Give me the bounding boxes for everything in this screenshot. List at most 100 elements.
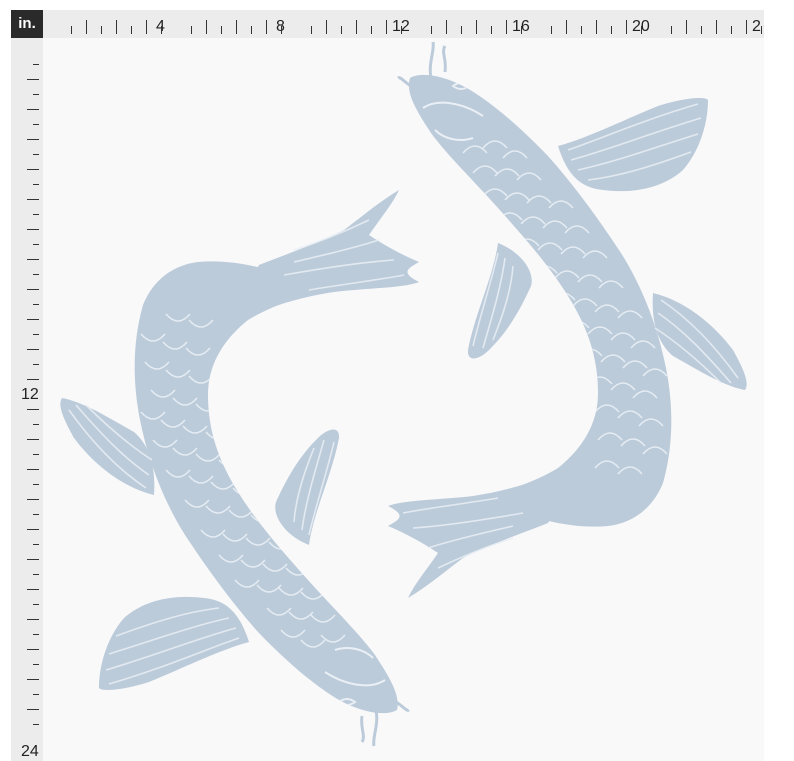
ruler-label-12-vertical: 12 <box>21 386 39 403</box>
ruler-tick <box>27 409 39 411</box>
ruler-tick <box>33 274 39 276</box>
ruler-tick <box>341 26 343 34</box>
ruler-tick <box>281 26 283 34</box>
ruler-tick <box>566 20 568 34</box>
ruler-tick <box>206 20 208 34</box>
ruler-tick <box>33 304 39 306</box>
ruler-tick <box>33 334 39 336</box>
ruler-tick <box>33 724 39 726</box>
ruler-tick <box>686 20 688 34</box>
ruler-tick <box>476 20 478 34</box>
ruler-tick <box>191 26 193 34</box>
ruler-tick <box>33 634 39 636</box>
ruler-tick <box>27 229 39 231</box>
ruler-tick <box>131 26 133 34</box>
ruler-tick <box>746 20 748 34</box>
ruler-tick <box>326 20 328 34</box>
ruler-label-24: 2 <box>752 18 761 35</box>
ruler-tick <box>33 454 39 456</box>
ruler-tick <box>101 26 103 34</box>
ruler-tick <box>251 26 253 34</box>
ruler-unit-badge[interactable]: in. <box>11 10 43 38</box>
ruler-tick <box>626 20 628 34</box>
ruler-tick <box>716 20 718 34</box>
ruler-tick <box>33 484 39 486</box>
ruler-tick <box>86 20 88 34</box>
ruler-tick <box>27 139 39 141</box>
ruler-tick <box>27 319 39 321</box>
ruler-tick <box>731 26 733 34</box>
ruler-tick <box>146 20 148 34</box>
ruler-tick <box>27 199 39 201</box>
ruler-tick <box>33 94 39 96</box>
ruler-tick <box>27 619 39 621</box>
koi-fish-left <box>60 190 419 747</box>
ruler-tick <box>27 709 39 711</box>
ruler-tick <box>27 79 39 81</box>
ruler-tick <box>506 20 508 34</box>
ruler-tick <box>27 559 39 561</box>
ruler-tick <box>27 439 39 441</box>
ruler-tick <box>33 574 39 576</box>
koi-pattern <box>60 41 747 747</box>
ruler-tick <box>596 20 598 34</box>
ruler-tick <box>761 26 763 34</box>
design-preview-canvas <box>43 38 764 761</box>
ruler-tick <box>33 124 39 126</box>
ruler-tick <box>551 26 553 34</box>
ruler-tick <box>221 26 223 34</box>
ruler-tick <box>27 349 39 351</box>
ruler-tick <box>33 544 39 546</box>
ruler-tick <box>311 26 313 34</box>
ruler-tick <box>33 514 39 516</box>
ruler-tick <box>33 154 39 156</box>
ruler-tick <box>33 664 39 666</box>
ruler-tick <box>33 604 39 606</box>
ruler-tick <box>27 169 39 171</box>
ruler-tick <box>33 214 39 216</box>
ruler-tick <box>27 529 39 531</box>
ruler-tick <box>27 379 39 381</box>
ruler-tick <box>161 26 163 34</box>
ruler-tick <box>27 649 39 651</box>
koi-left-fin-right <box>275 429 340 545</box>
ruler-tick <box>116 20 118 34</box>
ruler-tick <box>27 679 39 681</box>
ruler-tick <box>491 26 493 34</box>
ruler-tick <box>27 469 39 471</box>
ruler-tick <box>27 589 39 591</box>
ruler-tick <box>371 26 373 34</box>
ruler-tick <box>671 26 673 34</box>
ruler-tick <box>521 26 523 34</box>
ruler-tick <box>33 694 39 696</box>
ruler-tick <box>27 109 39 111</box>
ruler-tick <box>27 289 39 291</box>
ruler-tick <box>33 364 39 366</box>
ruler-tick <box>33 184 39 186</box>
fabric-preview-app: in. 4 8 12 16 20 2 12 24 <box>0 0 794 761</box>
ruler-tick <box>386 20 388 34</box>
ruler-tick <box>641 26 643 34</box>
vertical-ruler: 12 24 <box>11 38 43 761</box>
ruler-tick <box>431 26 433 34</box>
ruler-tick <box>27 259 39 261</box>
ruler-tick <box>33 244 39 246</box>
ruler-tick <box>611 26 613 34</box>
ruler-tick <box>701 26 703 34</box>
ruler-tick <box>71 26 73 34</box>
koi-right-fin-left <box>467 243 532 359</box>
koi-left-fin-bottom <box>99 596 249 690</box>
ruler-tick <box>27 499 39 501</box>
ruler-label-24-vertical: 24 <box>21 743 39 760</box>
ruler-tick <box>461 26 463 34</box>
ruler-tick <box>236 20 238 34</box>
ruler-tick <box>266 20 268 34</box>
horizontal-ruler: 4 8 12 16 20 2 <box>43 10 764 38</box>
ruler-tick <box>581 26 583 34</box>
koi-right-fin-top <box>558 98 708 192</box>
ruler-tick <box>33 64 39 66</box>
ruler-tick <box>356 20 358 34</box>
ruler-tick <box>446 20 448 34</box>
koi-fish-right <box>388 41 747 598</box>
ruler-tick <box>401 26 403 34</box>
